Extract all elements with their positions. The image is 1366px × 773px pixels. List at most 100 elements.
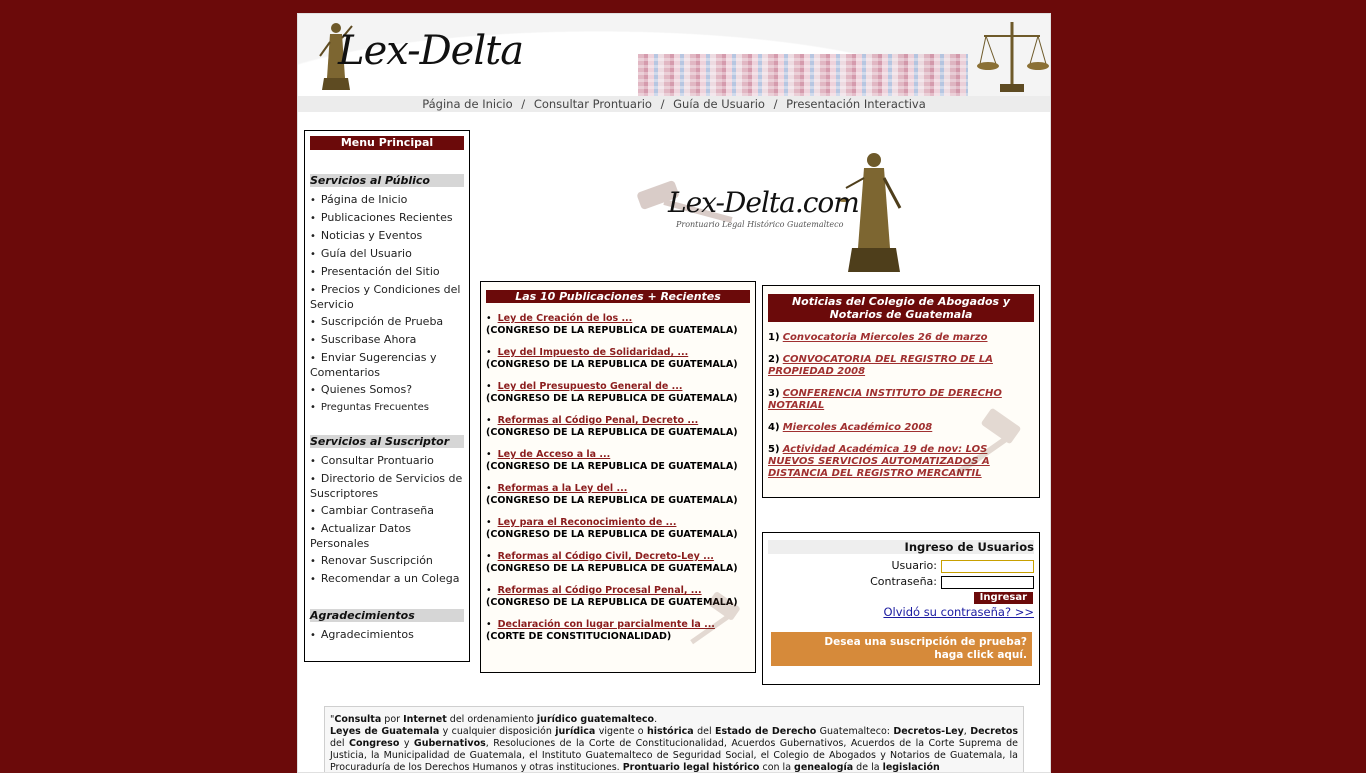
publication-link[interactable]: Reformas a la Ley del ...: [498, 483, 628, 494]
news-title: Noticias del Colegio de Abogados y Notar…: [768, 294, 1034, 322]
description-body: Leyes de Guatemala y cualquier disposici…: [330, 726, 1018, 772]
news-box: Noticias del Colegio de Abogados y Notar…: [762, 285, 1040, 498]
site-logo-text[interactable]: Lex-Delta: [338, 28, 524, 74]
login-submit-button[interactable]: Ingresar: [973, 592, 1033, 604]
menu-section-agradecimientos: Agradecimientos: [310, 609, 464, 622]
trial-subscription-banner[interactable]: Desea una suscripción de prueba? haga cl…: [771, 632, 1032, 666]
desc-text: por: [381, 714, 404, 725]
publication-link[interactable]: Ley de Creación de los ...: [498, 313, 633, 324]
news-number: 2): [768, 354, 780, 365]
news-item: 2) CONVOCATORIA DEL REGISTRO DE LA PROPI…: [768, 354, 1034, 378]
desc-text-bold: jurídico guatemalteco: [536, 714, 655, 725]
publication-source: (CONGRESO DE LA REPUBLICA DE GUATEMALA): [486, 461, 738, 472]
center-logo-subtitle: Prontuario Legal Histórico Guatemalteco: [676, 220, 844, 229]
news-link[interactable]: Miercoles Académico 2008: [783, 422, 933, 433]
menu-title: Menu Principal: [310, 136, 464, 150]
menu-list-agradecimientos: Agradecimientos: [305, 628, 469, 643]
login-box: Ingreso de Usuarios Usuario: Contraseña:…: [762, 532, 1040, 685]
menu-item-presentacion[interactable]: Presentación del Sitio: [310, 265, 464, 280]
password-label: Contraseña:: [870, 575, 937, 588]
username-row: Usuario:: [891, 559, 1034, 573]
gavel-watermark-icon: [690, 592, 740, 645]
description-line1: "Consulta por Internet del ordenamiento …: [330, 714, 1018, 726]
menu-item-publicaciones[interactable]: Publicaciones Recientes: [310, 211, 464, 226]
menu-list-publico: Página de Inicio Publicaciones Recientes…: [305, 193, 469, 415]
trial-banner-line2: haga click aquí.: [934, 649, 1027, 661]
nav-link-inicio[interactable]: Página de Inicio: [422, 97, 512, 111]
nav-separator: /: [521, 97, 526, 111]
publication-item: • Ley del Presupuesto General de ... (CONG…: [486, 381, 750, 405]
desc-text: .: [654, 714, 658, 725]
news-item: 1) Convocatoria Miercoles 26 de marzo: [768, 332, 1034, 344]
center-logo: Lex-Delta.com Prontuario Legal Histórico…: [628, 148, 908, 282]
main-menu: Menu Principal Servicios al Público Pági…: [304, 130, 470, 662]
menu-list-suscriptor: Consultar Prontuario Directorio de Servi…: [305, 454, 469, 587]
username-input[interactable]: [941, 559, 1034, 573]
menu-item-actualizar-datos[interactable]: Actualizar Datos Personales: [310, 522, 464, 551]
menu-item-suscribase[interactable]: Suscribase Ahora: [310, 333, 464, 348]
menu-item-cambiar-contrasena[interactable]: Cambiar Contraseña: [310, 504, 464, 519]
nav-link-consultar-prontuario[interactable]: Consultar Prontuario: [534, 97, 652, 111]
desc-text: Guatemalteco:: [816, 726, 894, 737]
login-title: Ingreso de Usuarios: [768, 540, 1034, 554]
publication-link[interactable]: Ley del Presupuesto General de ...: [498, 381, 683, 392]
desc-text-bold: Congreso: [348, 738, 400, 749]
publication-item: • Reformas al Código Penal, Decreto ... (C…: [486, 415, 750, 439]
menu-item-suscripcion-prueba[interactable]: Suscripción de Prueba: [310, 315, 464, 330]
desc-text: del: [330, 738, 349, 749]
menu-item-directorio[interactable]: Directorio de Servicios de Suscriptores: [310, 472, 464, 501]
site-description: "Consulta por Internet del ordenamiento …: [324, 706, 1024, 772]
site-header: Lex-Delta: [298, 14, 1050, 96]
forgot-password-link[interactable]: Olvidó su contraseña? >>: [883, 605, 1034, 619]
menu-item-noticias[interactable]: Noticias y Eventos: [310, 229, 464, 244]
menu-item-sugerencias[interactable]: Enviar Sugerencias y Comentarios: [310, 351, 464, 380]
news-number: 5): [768, 444, 780, 455]
publication-link[interactable]: Ley del Impuesto de Solidaridad, ...: [498, 347, 689, 358]
news-link[interactable]: CONVOCATORIA DEL REGISTRO DE LA PROPIEDA…: [768, 354, 993, 377]
menu-item-agradecimientos[interactable]: Agradecimientos: [310, 628, 464, 643]
desc-text-bold: histórica: [646, 726, 694, 737]
publication-item: • Reformas al Código Civil, Decreto-Ley .…: [486, 551, 750, 575]
menu-item-consultar-prontuario[interactable]: Consultar Prontuario: [310, 454, 464, 469]
news-link[interactable]: Convocatoria Miercoles 26 de marzo: [783, 332, 988, 343]
password-input[interactable]: [941, 575, 1034, 589]
scales-of-justice-icon: [977, 22, 1049, 92]
top-navigation: Página de Inicio / Consultar Prontuario …: [298, 96, 1050, 112]
publication-link[interactable]: Reformas al Código Civil, Decreto-Ley ..…: [498, 551, 714, 562]
desc-text-bold: Decretos: [970, 726, 1018, 737]
publication-link[interactable]: Reformas al Código Penal, Decreto ...: [498, 415, 699, 426]
nav-link-presentacion[interactable]: Presentación Interactiva: [786, 97, 926, 111]
menu-section-suscriptor: Servicios al Suscriptor: [310, 435, 464, 448]
publication-link[interactable]: Reformas al Código Procesal Penal, ...: [498, 585, 702, 596]
publication-source: (CONGRESO DE LA REPUBLICA DE GUATEMALA): [486, 359, 738, 370]
publication-link[interactable]: Ley para el Reconocimiento de ...: [498, 517, 677, 528]
menu-item-preguntas[interactable]: Preguntas Frecuentes: [310, 401, 464, 415]
menu-item-precios[interactable]: Precios y Condiciones del Servicio: [310, 283, 464, 312]
desc-text-bold: Leyes de Guatemala: [330, 726, 440, 737]
nav-link-guia-usuario[interactable]: Guía de Usuario: [673, 97, 765, 111]
menu-item-pagina-inicio[interactable]: Página de Inicio: [310, 193, 464, 208]
news-number: 4): [768, 422, 780, 433]
menu-item-recomendar[interactable]: Recomendar a un Colega: [310, 572, 464, 587]
desc-text-bold: Estado de Derecho: [714, 726, 817, 737]
username-label: Usuario:: [891, 559, 937, 572]
publication-link[interactable]: Ley de Acceso a la ...: [498, 449, 611, 460]
desc-text-bold: Internet: [403, 714, 447, 725]
menu-item-renovar[interactable]: Renovar Suscripción: [310, 554, 464, 569]
publication-item: • Ley del Impuesto de Solidaridad, ... (CO…: [486, 347, 750, 371]
desc-text-bold: Decretos-Ley: [893, 726, 964, 737]
recent-publications-box: Las 10 Publicaciones + Recientes • Ley de…: [480, 281, 756, 673]
news-number: 1): [768, 332, 780, 343]
textile-banner-image: [638, 54, 968, 96]
publication-item: • Ley de Creación de los ... (CONGRESO DE …: [486, 313, 750, 337]
publication-source: (CONGRESO DE LA REPUBLICA DE GUATEMALA): [486, 325, 738, 336]
desc-text: y: [399, 738, 414, 749]
desc-text: vigente o: [595, 726, 647, 737]
center-logo-title: Lex-Delta.com: [668, 186, 860, 219]
menu-item-guia[interactable]: Guía del Usuario: [310, 247, 464, 262]
menu-item-quienes-somos[interactable]: Quienes Somos?: [310, 383, 464, 398]
publication-source: (CONGRESO DE LA REPUBLICA DE GUATEMALA): [486, 495, 738, 506]
gavel-watermark-icon: [955, 408, 1021, 476]
publication-source: (CONGRESO DE LA REPUBLICA DE GUATEMALA): [486, 529, 738, 540]
desc-text: y cualquier disposición: [439, 726, 556, 737]
